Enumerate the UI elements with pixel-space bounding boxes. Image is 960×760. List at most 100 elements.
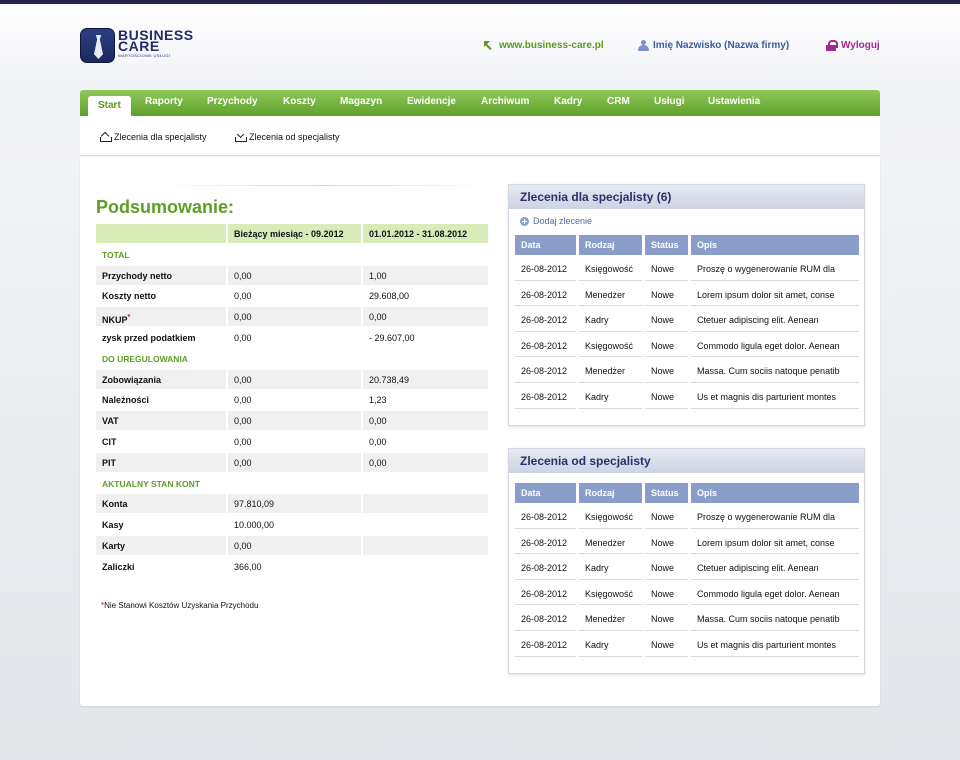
- subnav-item1-label: Zlecenia dla specjalisty: [114, 132, 207, 142]
- table-row[interactable]: 26-08-2012 Menedżer Nowe Lorem ipsum dol…: [515, 530, 859, 556]
- section-accounts: AKTUALNY STAN KONT: [96, 474, 488, 495]
- table-row: zysk przed podatkiem 0,00 - 29.607,00: [96, 328, 488, 349]
- nav-ustawienia[interactable]: Ustawienia: [708, 96, 760, 107]
- col-date-header[interactable]: Data: [515, 483, 576, 503]
- col-desc-header[interactable]: Opis: [691, 483, 859, 503]
- row-label: PIT: [96, 452, 226, 472]
- sub-nav: Zlecenia dla specjalisty Zlecenia od spe…: [80, 116, 880, 156]
- table-row: CIT 0,00 0,00: [96, 432, 488, 453]
- col-status-header[interactable]: Status: [645, 235, 688, 255]
- subnav-orders-to-specialist[interactable]: Zlecenia dla specjalisty: [100, 132, 207, 142]
- logo-tagline: WARTOŚCIOWE USŁUGI: [118, 53, 171, 58]
- table-row: Należności 0,00 1,23: [96, 390, 488, 411]
- order-desc: Ctetuer adipiscing elit. Aenean: [691, 307, 859, 332]
- row-value-month: 0,00: [228, 369, 361, 389]
- summary-header-empty: [96, 224, 226, 243]
- nav-crm[interactable]: CRM: [607, 96, 630, 107]
- col-type-header[interactable]: Rodzaj: [579, 483, 642, 503]
- table-row[interactable]: 26-08-2012 Księgowość Nowe Commodo ligul…: [515, 581, 859, 607]
- orders-to-specialist-table: Data Rodzaj Status Opis 26-08-2012 Księg…: [515, 235, 859, 410]
- section-accounts-label: AKTUALNY STAN KONT: [102, 478, 200, 489]
- nav-kadry[interactable]: Kadry: [554, 96, 582, 107]
- order-type: Księgowość: [579, 581, 642, 606]
- row-label: zysk przed podatkiem: [102, 332, 196, 343]
- order-status: Nowe: [645, 530, 688, 555]
- orders-from-specialist-table: Data Rodzaj Status Opis 26-08-2012 Księg…: [515, 483, 859, 658]
- plus-circle-icon: [520, 216, 529, 226]
- order-date: 26-08-2012: [515, 581, 576, 606]
- logout-link[interactable]: Wyloguj: [826, 40, 880, 51]
- table-row[interactable]: 26-08-2012 Menedżer Nowe Lorem ipsum dol…: [515, 282, 859, 308]
- table-row[interactable]: 26-08-2012 Kadry Nowe Us et magnis dis p…: [515, 384, 859, 410]
- row-value-range: 1,00: [363, 265, 488, 285]
- col-type-header[interactable]: Rodzaj: [579, 235, 642, 255]
- order-date: 26-08-2012: [515, 307, 576, 332]
- logo[interactable]: BUSINESS CARE WARTOŚCIOWE USŁUGI: [80, 28, 205, 66]
- col-date-header[interactable]: Data: [515, 235, 576, 255]
- order-desc: Lorem ipsum dolor sit amet, conse: [691, 282, 859, 307]
- row-value-month: 0,00: [228, 307, 361, 327]
- section-total: TOTAL: [96, 245, 488, 266]
- table-row: Kasy 10.000,00: [96, 515, 488, 536]
- table-row[interactable]: 26-08-2012 Kadry Nowe Ctetuer adipiscing…: [515, 307, 859, 333]
- user-link[interactable]: Imię Nazwisko (Nazwa firmy): [638, 40, 789, 51]
- nav-koszty[interactable]: Koszty: [283, 96, 316, 107]
- site-link-label: www.business-care.pl: [499, 40, 604, 51]
- col-desc-header[interactable]: Opis: [691, 235, 859, 255]
- nav-uslugi[interactable]: Usługi: [654, 96, 685, 107]
- order-date: 26-08-2012: [515, 504, 576, 529]
- main-nav: Start Raporty Przychody Koszty Magazyn E…: [80, 90, 880, 116]
- row-label: VAT: [96, 411, 226, 431]
- table-row[interactable]: 26-08-2012 Księgowość Nowe Proszę o wyge…: [515, 256, 859, 282]
- row-value-month: 0,00: [228, 452, 361, 472]
- table-row[interactable]: 26-08-2012 Księgowość Nowe Proszę o wyge…: [515, 504, 859, 530]
- summary-header-row: Bieżący miesiąc - 09.2012 01.01.2012 - 3…: [96, 224, 488, 245]
- arrow-icon: [484, 40, 494, 51]
- section-due: DO UREGULOWANIA: [96, 349, 488, 370]
- footnote: *Nie Stanowi Kosztów Uzyskania Przychodu: [101, 601, 258, 610]
- logo-text: BUSINESS CARE: [118, 28, 208, 53]
- table-row: Karty 0,00: [96, 535, 488, 557]
- row-value-range: 0,00: [369, 436, 387, 447]
- table-row: Zaliczki 366,00: [96, 557, 488, 578]
- nav-archiwum[interactable]: Archiwum: [481, 96, 529, 107]
- nav-start[interactable]: Start: [88, 96, 131, 116]
- order-date: 26-08-2012: [515, 555, 576, 580]
- order-status: Nowe: [645, 504, 688, 529]
- row-label: Należności: [102, 395, 150, 406]
- order-date: 26-08-2012: [515, 530, 576, 555]
- nkup-label: NKUP: [102, 315, 128, 326]
- col-status-header[interactable]: Status: [645, 483, 688, 503]
- inbox-icon: [235, 133, 247, 142]
- order-date: 26-08-2012: [515, 632, 576, 657]
- order-desc: Massa. Cum sociis natoque penatib: [691, 606, 859, 631]
- order-date: 26-08-2012: [515, 282, 576, 307]
- row-value-range: 0,00: [363, 452, 488, 472]
- table-row[interactable]: 26-08-2012 Kadry Nowe Us et magnis dis p…: [515, 632, 859, 658]
- order-date: 26-08-2012: [515, 384, 576, 409]
- site-link[interactable]: www.business-care.pl: [484, 40, 604, 51]
- table-row[interactable]: 26-08-2012 Księgowość Nowe Commodo ligul…: [515, 333, 859, 359]
- nav-raporty[interactable]: Raporty: [145, 96, 183, 107]
- table-row: Koszty netto 0,00 29.608,00: [96, 286, 488, 307]
- nav-przychody[interactable]: Przychody: [207, 96, 258, 107]
- order-type: Księgowość: [579, 504, 642, 529]
- summary-title: Podsumowanie:: [96, 197, 235, 217]
- order-status: Nowe: [645, 384, 688, 409]
- row-value-month: 366,00: [234, 561, 262, 572]
- table-row: Konta 97.810,09: [96, 494, 488, 515]
- order-desc: Commodo ligula eget dolor. Aenean: [691, 333, 859, 358]
- table-row[interactable]: 26-08-2012 Menedżer Nowe Massa. Cum soci…: [515, 358, 859, 384]
- table-row[interactable]: 26-08-2012 Kadry Nowe Ctetuer adipiscing…: [515, 555, 859, 581]
- table-row: NKUP* 0,00 0,00: [96, 307, 488, 328]
- nav-ewidencje[interactable]: Ewidencje: [407, 96, 456, 107]
- row-value-range: [363, 535, 488, 555]
- nav-magazyn[interactable]: Magazyn: [340, 96, 382, 107]
- add-order-link[interactable]: Dodaj zlecenie: [520, 216, 592, 226]
- table-row[interactable]: 26-08-2012 Menedżer Nowe Massa. Cum soci…: [515, 606, 859, 632]
- row-value-range: [363, 557, 488, 576]
- row-value-month: 0,00: [228, 535, 361, 555]
- row-value-month: 10.000,00: [234, 520, 275, 531]
- order-desc: Proszę o wygenerowanie RUM dla: [691, 256, 859, 281]
- subnav-orders-from-specialist[interactable]: Zlecenia od specjalisty: [235, 132, 340, 142]
